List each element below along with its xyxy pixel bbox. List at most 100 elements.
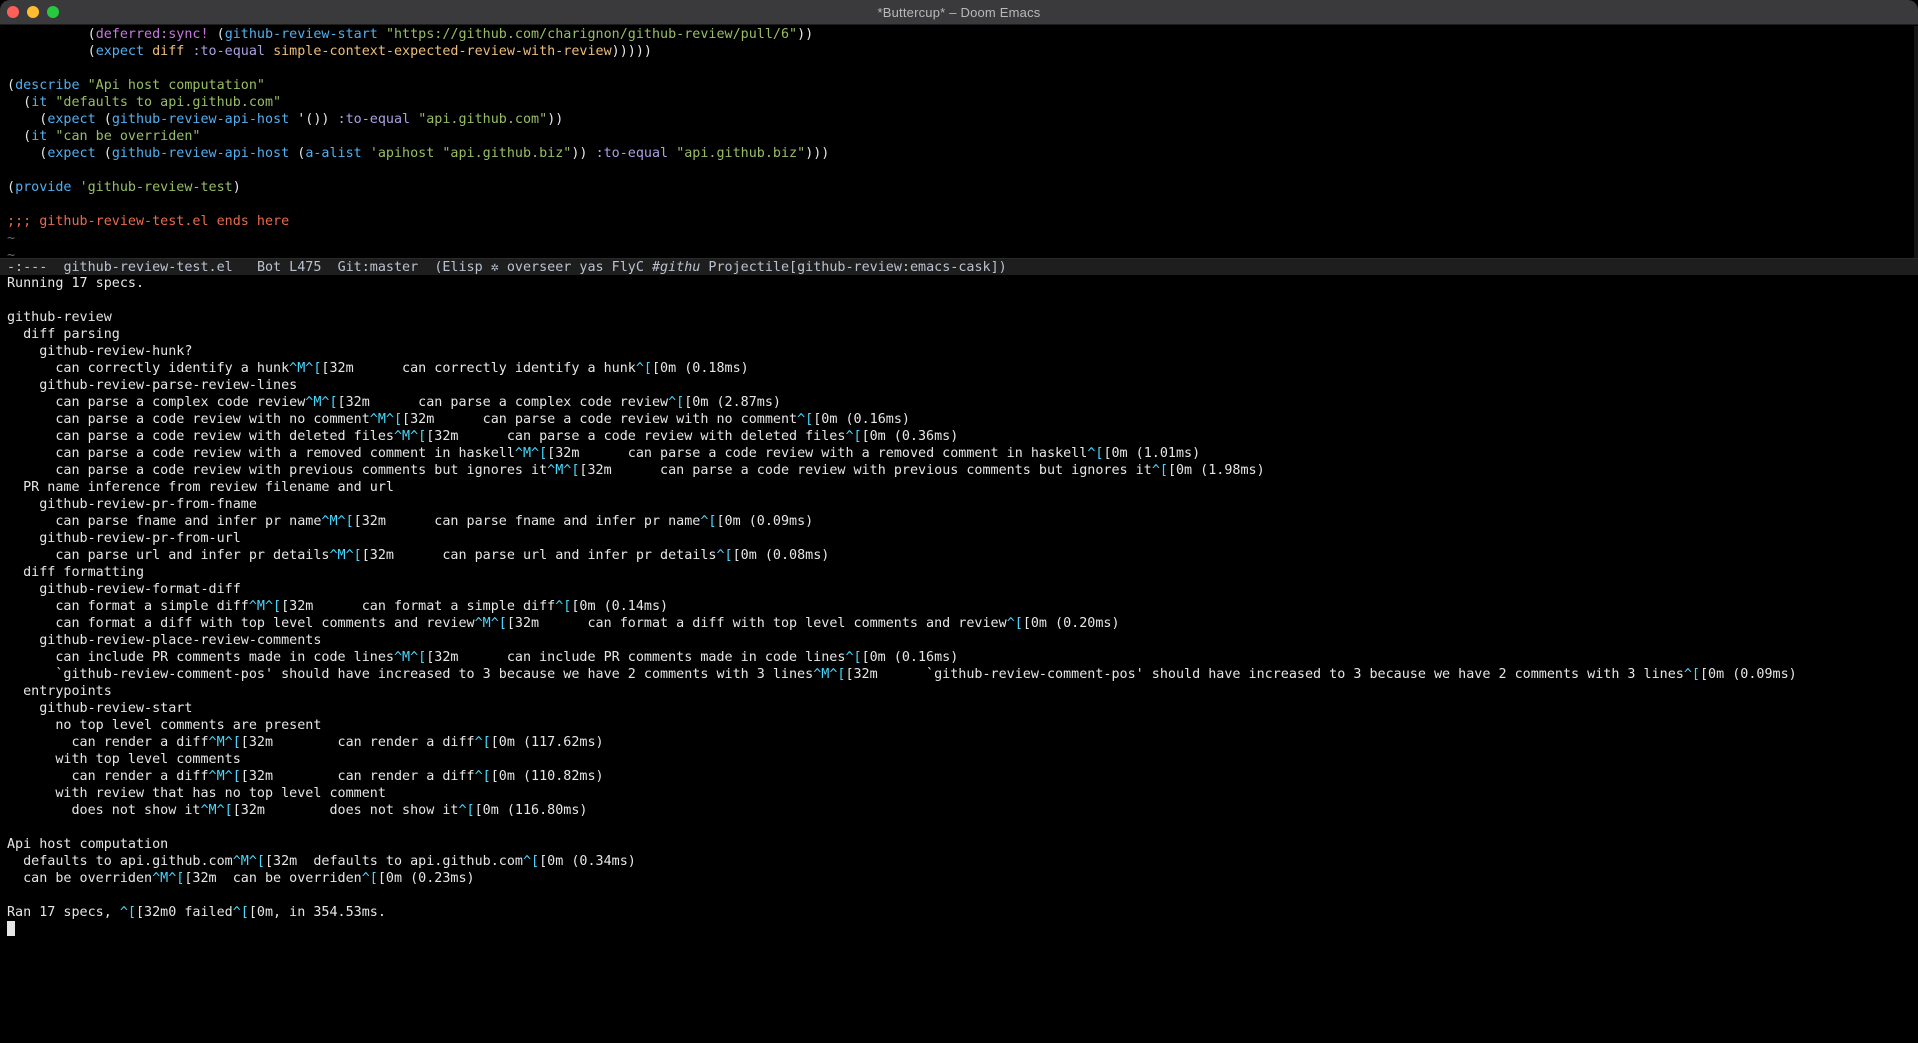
output-text: can parse a code review with deleted fil…: [7, 429, 394, 444]
control-char: ^M: [393, 429, 411, 444]
output-text: [0m (0.09ms): [1700, 667, 1797, 682]
code-line: (describe "Api host computation": [0, 77, 1918, 94]
emacs-window: *Buttercup* – Doom Emacs (deferred:sync!…: [0, 0, 1918, 1043]
modeline-buffer-name[interactable]: github-review-test.el: [63, 260, 232, 275]
output-text: [0m (0.16ms): [813, 412, 910, 427]
output-text: Running 17 specs.: [7, 276, 145, 291]
output-text: [32m can format a diff with top level co…: [506, 616, 1007, 631]
close-window-button[interactable]: [7, 6, 19, 18]
control-char: ^[: [635, 361, 652, 376]
modeline-position: Bot L475: [256, 260, 322, 275]
output-text: [32m can parse a code review with a remo…: [547, 446, 1088, 461]
output-text: can format a diff with top level comment…: [7, 616, 475, 631]
code-token: (: [95, 146, 112, 161]
output-text: [0m (0.34ms): [539, 854, 636, 869]
control-char: ^[: [305, 361, 322, 376]
modeline-modes-post: Projectile[github-review:emacs-cask]): [700, 260, 1007, 275]
output-text: [32m can render a diff: [240, 735, 475, 750]
code-token: ))): [805, 146, 830, 161]
output-text: `github-review-comment-pos' should have …: [7, 667, 814, 682]
control-char: ^[: [845, 429, 862, 444]
control-char: ^M: [305, 395, 322, 410]
output-line: defaults to api.github.com^M^[[32m defau…: [0, 853, 1918, 870]
output-text: Ran 17 specs,: [7, 905, 120, 920]
modeline-modes-pre: (Elisp ✲ overseer yas FlyC: [434, 260, 652, 275]
output-text: can correctly identify a hunk: [7, 361, 290, 376]
output-text: [32m defaults to api.github.com: [264, 854, 523, 869]
output-line: can format a simple diff^M^[[32m can for…: [0, 598, 1918, 615]
code-token: ): [232, 180, 241, 195]
code-line: ~: [0, 247, 1918, 258]
code-token: (: [7, 129, 32, 144]
output-text: can parse a code review with a removed c…: [7, 446, 515, 461]
control-char: ^[: [1006, 616, 1023, 631]
code-token: (: [95, 112, 112, 127]
output-text: can parse a complex code review: [7, 395, 306, 410]
code-token: (: [7, 44, 96, 59]
output-text: no top level comments are present: [7, 718, 322, 733]
code-token: (: [7, 146, 48, 161]
modeline-vcs[interactable]: Git:master: [338, 260, 419, 275]
output-text: [0m (0.09ms): [716, 514, 814, 529]
control-char: ^[: [700, 514, 717, 529]
modeline-modes[interactable]: (Elisp ✲ overseer yas FlyC #githu Projec…: [434, 260, 1006, 275]
output-text: [0m, in 354.53ms.: [248, 905, 386, 920]
editor-scrollbar[interactable]: [1914, 26, 1918, 258]
control-char: ^M: [248, 599, 265, 614]
output-line: can correctly identify a hunk^M^[[32m ca…: [0, 360, 1918, 377]
maximize-window-button[interactable]: [47, 6, 59, 18]
output-line: can format a diff with top level comment…: [0, 615, 1918, 632]
output-text: [0m (0.14ms): [571, 599, 669, 614]
code-token: :to-equal: [192, 44, 265, 59]
window-title: *Buttercup* – Doom Emacs: [877, 4, 1041, 20]
code-token: ~: [7, 231, 16, 246]
buttercup-output-pane[interactable]: Running 17 specs. github-review diff pars…: [0, 275, 1918, 1035]
control-char: ^M: [152, 871, 169, 886]
control-char: ^[: [555, 599, 572, 614]
output-line: github-review-hunk?: [0, 343, 1918, 360]
control-char: ^[: [337, 514, 354, 529]
code-line: (it "can be overriden": [0, 128, 1918, 145]
output-line: diff parsing: [0, 326, 1918, 343]
minimize-window-button[interactable]: [27, 6, 39, 18]
output-text: PR name inference from review filename a…: [7, 480, 394, 495]
control-char: ^M: [232, 854, 249, 869]
code-token: diff: [152, 44, 185, 59]
output-text: Api host computation: [7, 837, 169, 852]
code-token: ))))): [611, 44, 652, 59]
code-token: (: [7, 180, 16, 195]
code-token: expect: [47, 146, 96, 161]
output-line: github-review-parse-review-lines: [0, 377, 1918, 394]
code-line: (expect diff :to-equal simple-context-ex…: [0, 43, 1918, 60]
output-text: [0m (110.82ms): [490, 769, 604, 784]
editor-pane[interactable]: (deferred:sync! (github-review-start "ht…: [0, 26, 1918, 258]
code-token: 'github-review-test: [79, 180, 233, 195]
code-line: (expect (github-review-api-host (a-alist…: [0, 145, 1918, 162]
code-token: 'apihost: [369, 146, 435, 161]
output-text: [0m (0.20ms): [1022, 616, 1120, 631]
code-token: simple-context-expected-review-with-revi…: [273, 44, 612, 59]
control-char: ^M: [474, 616, 491, 631]
title-bar[interactable]: *Buttercup* – Doom Emacs: [0, 0, 1918, 25]
control-char: ^M: [208, 769, 225, 784]
control-char: ^[: [264, 599, 282, 614]
code-token: "Api host computation": [87, 78, 265, 93]
control-char: ^[: [716, 548, 733, 563]
output-line: github-review-place-review-comments: [0, 632, 1918, 649]
code-token: :to-equal: [337, 112, 411, 127]
code-token: '()): [289, 112, 338, 127]
output-text: github-review-start: [7, 701, 193, 716]
control-char: ^[: [119, 905, 136, 920]
output-text: [32m `github-review-comment-pos' should …: [845, 667, 1684, 682]
output-text: can parse url and infer pr details: [7, 548, 330, 563]
mode-line: -:--- github-review-test.el Bot L475 Git…: [0, 258, 1918, 275]
control-char: ^M: [289, 361, 306, 376]
output-line: github-review-start: [0, 700, 1918, 717]
output-line: can parse a code review with previous co…: [0, 462, 1918, 479]
code-token: (: [87, 27, 96, 42]
